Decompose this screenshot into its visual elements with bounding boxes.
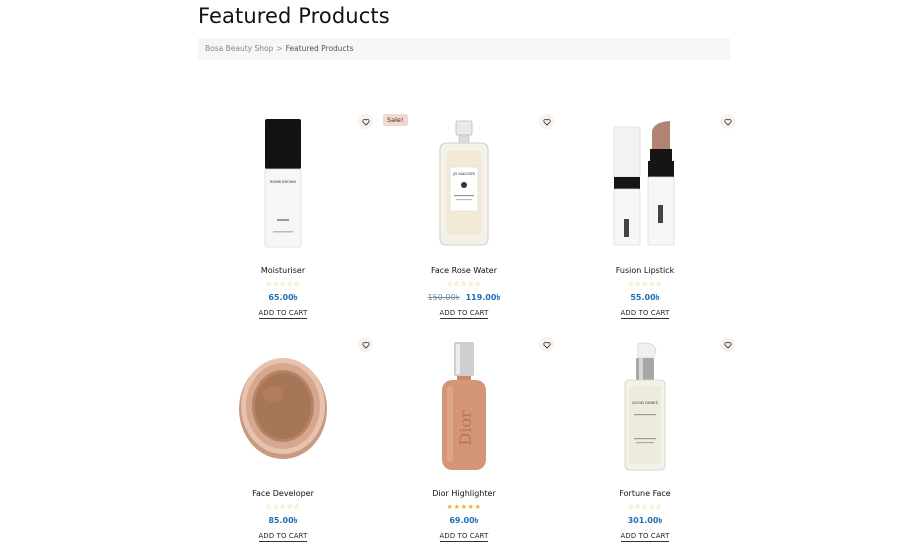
- product-brand-text: JO MALONE: [452, 172, 475, 176]
- breadcrumb: Bosa Beauty Shop > Featured Products: [198, 38, 730, 60]
- star-rating: ★★★★★: [374, 503, 554, 511]
- product-card: Fusion Lipstick ☆☆☆☆☆ 55.00৳ ADD TO CART: [555, 114, 735, 324]
- product-brand-text: Dior: [456, 410, 475, 446]
- current-price: 69.00৳: [449, 516, 479, 525]
- add-to-cart-button[interactable]: ADD TO CART: [193, 309, 373, 319]
- star-icon: ☆: [279, 503, 287, 511]
- add-to-cart-label[interactable]: ADD TO CART: [439, 309, 489, 319]
- product-image[interactable]: [193, 337, 373, 477]
- product-image[interactable]: Dior: [374, 337, 554, 477]
- add-to-cart-label[interactable]: ADD TO CART: [620, 532, 670, 542]
- star-icon: ☆: [655, 280, 663, 288]
- current-price: 65.00৳: [268, 293, 298, 302]
- product-image[interactable]: BOBBI BROWN: [193, 114, 373, 254]
- star-icon: ★: [467, 503, 475, 511]
- star-icon: ☆: [634, 280, 642, 288]
- star-icon: ☆: [453, 280, 461, 288]
- star-icon: ☆: [460, 280, 468, 288]
- product-image[interactable]: [555, 114, 735, 254]
- current-price: 55.00৳: [630, 293, 660, 302]
- star-rating: ☆☆☆☆☆: [193, 503, 373, 511]
- current-price: 301.00৳: [627, 516, 663, 525]
- star-icon: ☆: [265, 280, 273, 288]
- add-to-cart-button[interactable]: ADD TO CART: [374, 532, 554, 542]
- star-icon: ☆: [634, 503, 642, 511]
- star-rating: ☆☆☆☆☆: [193, 280, 373, 288]
- star-icon: ☆: [641, 503, 649, 511]
- add-to-cart-button[interactable]: ADD TO CART: [193, 532, 373, 542]
- star-icon: ☆: [293, 280, 301, 288]
- breadcrumb-home-link[interactable]: Bosa Beauty Shop: [205, 44, 273, 53]
- breadcrumb-current: Featured Products: [285, 44, 354, 53]
- product-title[interactable]: Fusion Lipstick: [555, 266, 735, 275]
- star-icon: ☆: [627, 280, 635, 288]
- star-icon: ☆: [641, 280, 649, 288]
- add-to-cart-label[interactable]: ADD TO CART: [620, 309, 670, 319]
- product-price: 301.00৳: [555, 515, 735, 528]
- product-card: BOBBI BROWN Moisturiser ☆☆☆☆☆ 65.00৳ ADD…: [193, 114, 373, 324]
- product-image[interactable]: GOOD GENES: [555, 337, 735, 477]
- add-to-cart-button[interactable]: ADD TO CART: [555, 309, 735, 319]
- star-icon: ☆: [474, 280, 482, 288]
- star-icon: ☆: [272, 280, 280, 288]
- star-icon: ☆: [627, 503, 635, 511]
- star-icon: ☆: [272, 503, 280, 511]
- star-icon: ☆: [265, 503, 273, 511]
- star-rating: ☆☆☆☆☆: [555, 280, 735, 288]
- star-icon: ☆: [648, 503, 656, 511]
- star-icon: ★: [453, 503, 461, 511]
- product-title[interactable]: Face Developer: [193, 489, 373, 498]
- add-to-cart-label[interactable]: ADD TO CART: [439, 532, 489, 542]
- product-title[interactable]: Moisturiser: [193, 266, 373, 275]
- star-icon: ★: [446, 503, 454, 511]
- add-to-cart-button[interactable]: ADD TO CART: [555, 532, 735, 542]
- star-icon: ★: [460, 503, 468, 511]
- star-icon: ☆: [286, 280, 294, 288]
- product-card: Dior Dior Highlighter ★★★★★ 69.00৳ ADD T…: [374, 337, 554, 547]
- star-icon: ☆: [279, 280, 287, 288]
- product-title[interactable]: Dior Highlighter: [374, 489, 554, 498]
- star-icon: ☆: [446, 280, 454, 288]
- current-price: 119.00৳: [465, 293, 501, 302]
- add-to-cart-label[interactable]: ADD TO CART: [258, 309, 308, 319]
- product-brand-text: GOOD GENES: [632, 400, 659, 405]
- star-icon: ☆: [286, 503, 294, 511]
- product-brand-text: BOBBI BROWN: [270, 180, 296, 184]
- product-card: Face Developer ☆☆☆☆☆ 85.00৳ ADD TO CART: [193, 337, 373, 547]
- star-icon: ☆: [648, 280, 656, 288]
- star-icon: ☆: [467, 280, 475, 288]
- product-price: 85.00৳: [193, 515, 373, 528]
- product-card: GOOD GENES Fortune Face ☆☆☆☆☆ 301.00৳ AD…: [555, 337, 735, 547]
- product-image[interactable]: JO MALONE: [374, 114, 554, 254]
- product-price: 150.00৳ 119.00৳: [374, 292, 554, 305]
- breadcrumb-separator: >: [276, 44, 283, 53]
- add-to-cart-label[interactable]: ADD TO CART: [258, 532, 308, 542]
- page-title: Featured Products: [198, 4, 390, 28]
- product-title[interactable]: Fortune Face: [555, 489, 735, 498]
- old-price: 150.00৳: [427, 293, 460, 302]
- star-rating: ☆☆☆☆☆: [374, 280, 554, 288]
- product-price: 65.00৳: [193, 292, 373, 305]
- star-icon: ☆: [293, 503, 301, 511]
- current-price: 85.00৳: [268, 516, 298, 525]
- product-card: Sale! JO MALONE Face Rose Water ☆☆☆☆☆ 15…: [374, 114, 554, 324]
- product-price: 55.00৳: [555, 292, 735, 305]
- add-to-cart-button[interactable]: ADD TO CART: [374, 309, 554, 319]
- star-icon: ☆: [655, 503, 663, 511]
- product-price: 69.00৳: [374, 515, 554, 528]
- star-rating: ☆☆☆☆☆: [555, 503, 735, 511]
- star-icon: ★: [474, 503, 482, 511]
- product-title[interactable]: Face Rose Water: [374, 266, 554, 275]
